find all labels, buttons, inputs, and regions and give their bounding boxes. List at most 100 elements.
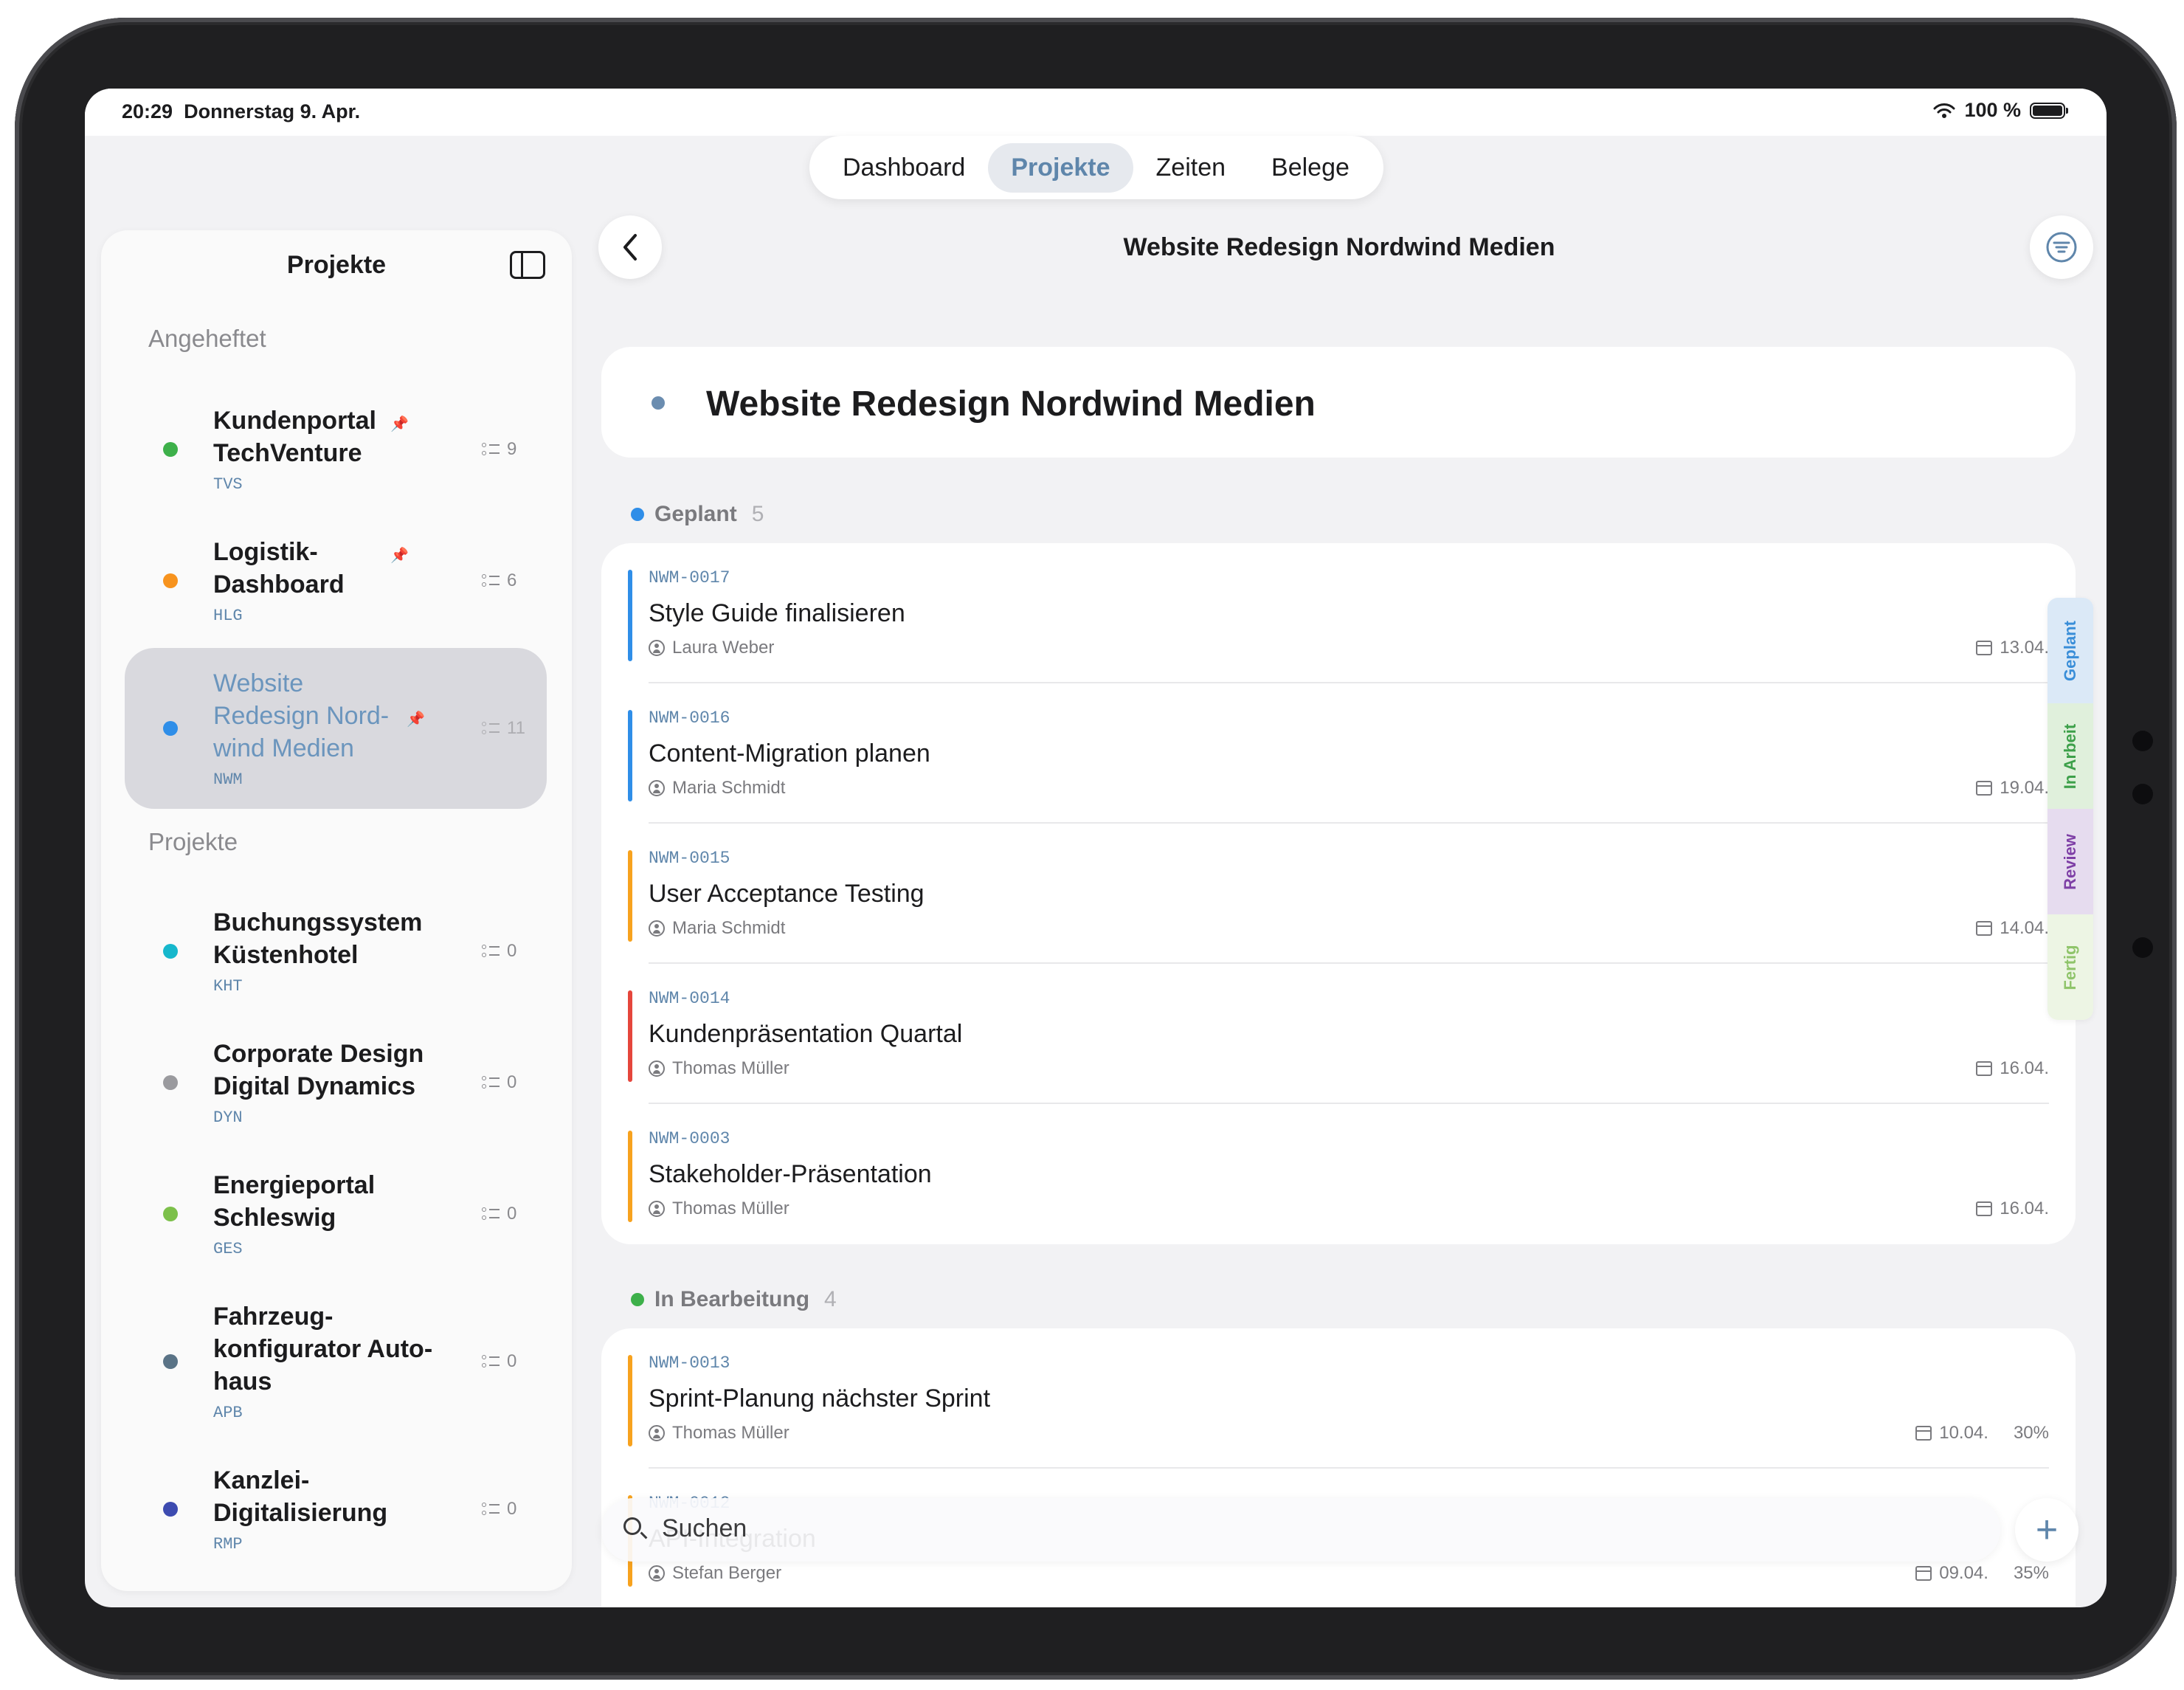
task-title: Content-Migration planen	[649, 739, 930, 768]
status-rail-review[interactable]: Review	[2048, 809, 2093, 914]
project-item-kht[interactable]: Buchungssystem Küstenhotel KHT 0	[125, 887, 547, 1015]
tab-belege[interactable]: Belege	[1248, 143, 1372, 193]
project-name-line: Buchungssystem	[213, 908, 423, 937]
task-count-value: 0	[507, 941, 517, 961]
task-id: NWM-0014	[649, 989, 730, 1008]
task-id: NWM-0016	[649, 708, 730, 728]
search-bar[interactable]: Suchen	[601, 1498, 2000, 1562]
search-input[interactable]: Suchen	[662, 1514, 747, 1543]
task-due: 09.04. 35%	[1915, 1563, 2049, 1584]
project-item-hlg[interactable]: Logistik- Dashboard 📌 HLG 6	[125, 517, 547, 645]
assignee-name: Maria Schmidt	[672, 918, 786, 938]
screen: 20:29 Donnerstag 9. Apr. 100 % Dashboard…	[85, 89, 2107, 1607]
project-item-tvs[interactable]: Kundenportal TechVenture 📌 TVS 9	[125, 385, 547, 514]
status-rail-fertig[interactable]: Fertig	[2048, 914, 2093, 1020]
tab-projekte[interactable]: Projekte	[988, 142, 1133, 193]
status-right: 100 %	[1933, 99, 2068, 122]
task-row[interactable]: NWM-0016 Content-Migration planen Maria Sc…	[628, 683, 2049, 824]
status-rail-label: In Arbeit	[2061, 723, 2079, 789]
project-color-dot	[163, 1207, 178, 1221]
status-rail-in-arbeit[interactable]: In Arbeit	[2048, 703, 2093, 809]
task-row[interactable]: NWM-0015 User Acceptance Testing Maria Sch…	[628, 824, 2049, 964]
sidebar-toggle-icon[interactable]	[510, 251, 545, 279]
priority-bar	[628, 990, 632, 1082]
calendar-icon	[1915, 1566, 1932, 1581]
task-count-value: 0	[507, 1499, 517, 1519]
project-item-nwm[interactable]: Website Redesign Nord-wind Medien 📌 NWM 11	[125, 648, 547, 809]
sidebar-title: Projekte	[286, 251, 387, 279]
task-row[interactable]: NWM-0013 Sprint-Planung nächster Sprint Th…	[628, 1328, 2049, 1469]
group-header-geplant[interactable]: Geplant 5	[631, 502, 764, 527]
group-count: 4	[824, 1287, 837, 1311]
filter-button[interactable]	[2030, 215, 2093, 279]
project-name-line: Küstenhotel	[213, 941, 359, 969]
project-name-line: Logistik-	[213, 538, 318, 566]
due-date: 19.04.	[2000, 778, 2049, 798]
assignee-name: Maria Schmidt	[672, 778, 786, 798]
calendar-icon	[1976, 781, 1993, 796]
group-name: In Bearbeitung	[654, 1287, 810, 1311]
project-name-line: Dashboard	[213, 570, 345, 599]
project-color-dot	[163, 442, 178, 457]
project-name-line: Corporate Design	[213, 1040, 424, 1068]
calendar-icon	[1976, 641, 1993, 655]
pin-icon: 📌	[390, 416, 409, 432]
person-icon	[649, 1201, 665, 1217]
status-rail-geplant[interactable]: Geplant	[2048, 598, 2093, 703]
pin-icon: 📌	[407, 711, 425, 728]
filter-icon	[2046, 232, 2077, 263]
project-item-ges[interactable]: Energieportal Schleswig GES 0	[125, 1150, 547, 1278]
priority-bar	[628, 1131, 632, 1222]
task-assignee: Maria Schmidt	[649, 778, 785, 799]
assignee-name: Thomas Müller	[672, 1198, 789, 1218]
task-row[interactable]: NWM-0014 Kundenpräsentation Quartal Thomas…	[628, 964, 2049, 1104]
group-card-geplant: NWM-0017 Style Guide finalisieren Laura We…	[601, 543, 2076, 1244]
status-rail-label: Fertig	[2061, 944, 2079, 990]
priority-bar	[628, 710, 632, 801]
due-date: 16.04.	[2000, 1058, 2049, 1078]
task-due: 19.04.	[1976, 778, 2049, 799]
task-assignee: Thomas Müller	[649, 1423, 789, 1444]
task-row[interactable]: NWM-0017 Style Guide finalisieren Laura We…	[628, 543, 2049, 683]
project-name: Buchungssystem Küstenhotel	[213, 906, 449, 971]
project-item-dyn[interactable]: Corporate Design Digital Dynamics DYN 0	[125, 1018, 547, 1147]
sidebar: Projekte Angeheftet Kundenportal TechVent…	[101, 230, 572, 1591]
assignee-name: Stefan Berger	[672, 1563, 782, 1583]
plus-icon: +	[2035, 1508, 2059, 1551]
calendar-icon	[1915, 1426, 1932, 1441]
task-assignee: Stefan Berger	[649, 1563, 781, 1584]
project-code: KHT	[213, 977, 243, 996]
task-id: NWM-0003	[649, 1129, 730, 1148]
project-item-rmp[interactable]: Kanzlei- Digitalisierung RMP 0	[125, 1445, 547, 1573]
project-color-dot	[163, 944, 178, 959]
person-icon	[649, 1060, 665, 1077]
project-name: Energieportal Schleswig	[213, 1169, 449, 1234]
task-id: NWM-0013	[649, 1353, 730, 1373]
project-name-line: Kundenportal	[213, 407, 376, 435]
person-icon	[649, 1425, 665, 1441]
project-item-apb[interactable]: Fahrzeug-konfigurator Auto-haus APB 0	[125, 1281, 547, 1442]
project-name-line: Fahrzeug-	[213, 1303, 334, 1331]
pinned-heading: Angeheftet	[148, 325, 266, 352]
project-name-line: haus	[213, 1367, 272, 1396]
project-color-dot	[652, 396, 665, 410]
project-code: GES	[213, 1240, 243, 1258]
task-progress: 30%	[2013, 1423, 2049, 1443]
add-task-button[interactable]: +	[2015, 1498, 2078, 1562]
task-count-value: 0	[507, 1072, 517, 1092]
project-color-dot	[163, 1502, 178, 1517]
task-row[interactable]: NWM-0003 Stakeholder-Präsentation Thomas M…	[628, 1104, 2049, 1244]
project-name: Fahrzeug-konfigurator Auto-haus	[213, 1300, 449, 1398]
task-count-value: 6	[507, 570, 517, 590]
project-title: Website Redesign Nordwind Medien	[706, 384, 1316, 424]
due-date: 13.04.	[2000, 638, 2049, 658]
calendar-icon	[1976, 1201, 1993, 1216]
tab-zeiten[interactable]: Zeiten	[1133, 143, 1249, 193]
top-tab-bar: Dashboard Projekte Zeiten Belege	[809, 136, 1383, 199]
battery-icon	[2030, 102, 2068, 119]
task-title: Sprint-Planung nächster Sprint	[649, 1384, 991, 1413]
group-header-in-bearbeitung[interactable]: In Bearbeitung 4	[631, 1287, 837, 1312]
assignee-name: Thomas Müller	[672, 1423, 789, 1443]
checklist-icon	[482, 1502, 500, 1517]
tab-dashboard[interactable]: Dashboard	[820, 143, 988, 193]
